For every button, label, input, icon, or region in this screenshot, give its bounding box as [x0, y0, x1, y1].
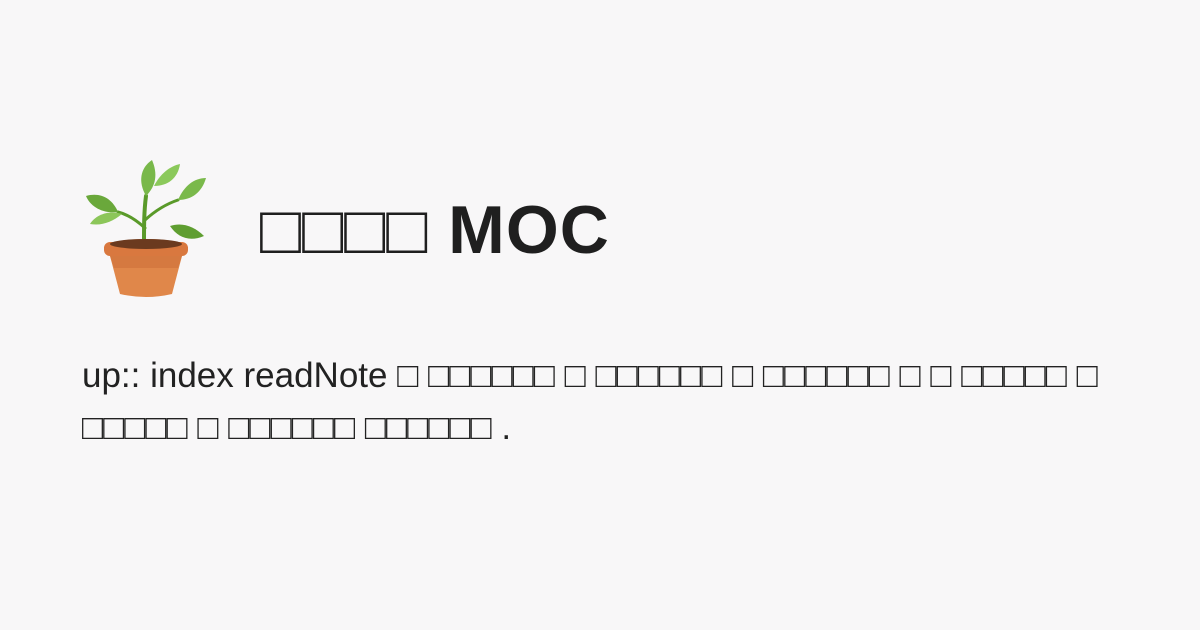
header: □□□□ MOC [82, 156, 610, 300]
note-summary-text: up:: index readNote □ □□□□□□ □ □□□□□□ □ … [82, 356, 1098, 447]
potted-plant-icon [82, 156, 210, 300]
preview-card: □□□□ MOC up:: index readNote □ □□□□□□ □ … [0, 0, 1200, 630]
page-title: □□□□ MOC [260, 192, 610, 268]
